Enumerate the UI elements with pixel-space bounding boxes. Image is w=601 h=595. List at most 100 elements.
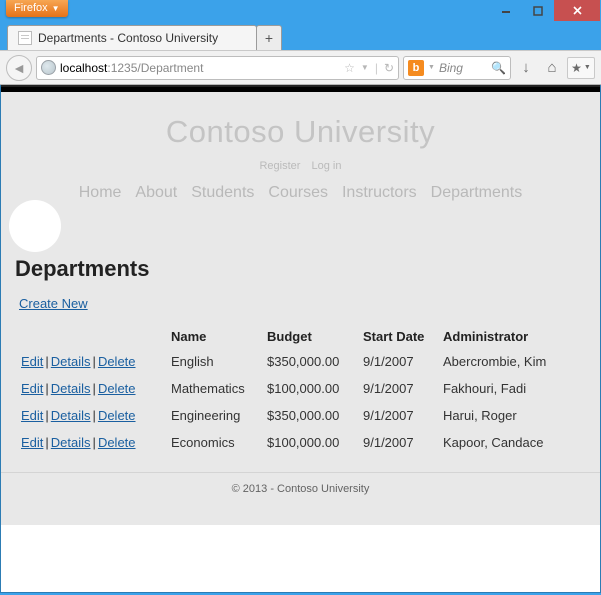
nav-students[interactable]: Students <box>191 184 254 202</box>
download-icon: ↓ <box>522 59 530 76</box>
col-name: Name <box>165 325 261 348</box>
close-icon <box>572 5 583 16</box>
cell-budget: $100,000.00 <box>261 375 357 402</box>
tab-title: Departments - Contoso University <box>38 31 218 45</box>
row-actions: Edit|Details|Delete <box>15 375 165 402</box>
firefox-menu-label: Firefox <box>14 2 48 14</box>
nav-departments[interactable]: Departments <box>431 184 523 202</box>
minimize-button[interactable] <box>490 0 522 21</box>
home-button[interactable]: ⌂ <box>541 57 563 79</box>
titlebar: Firefox ▼ <box>0 0 601 22</box>
row-actions: Edit|Details|Delete <box>15 348 165 375</box>
plus-icon: + <box>265 30 273 46</box>
nav-about[interactable]: About <box>135 184 177 202</box>
tab-strip: Departments - Contoso University + <box>0 22 601 50</box>
star-icon: ★ <box>571 61 582 75</box>
auth-links: Register Log in <box>1 160 600 172</box>
new-tab-button[interactable]: + <box>256 25 282 50</box>
edit-link[interactable]: Edit <box>21 354 43 369</box>
page-heading: Departments <box>15 256 586 282</box>
details-link[interactable]: Details <box>51 381 91 396</box>
viewport: Contoso University Register Log in Home … <box>0 85 601 593</box>
search-icon[interactable]: 🔍 <box>491 61 506 75</box>
chevron-down-icon[interactable]: ▼ <box>428 64 435 71</box>
delete-link[interactable]: Delete <box>98 381 136 396</box>
bing-icon: b <box>408 60 424 76</box>
row-actions: Edit|Details|Delete <box>15 402 165 429</box>
url-text: localhost:1235/Department <box>60 61 203 75</box>
reload-icon[interactable]: ↻ <box>384 61 394 75</box>
url-bar-endcap: ☆ ▼ | ↻ <box>344 61 394 75</box>
nav-home[interactable]: Home <box>79 184 122 202</box>
nav-toolbar: ◄ localhost:1235/Department ☆ ▼ | ↻ b ▼ … <box>0 50 601 85</box>
bookmark-star-icon[interactable]: ☆ <box>344 61 355 75</box>
firefox-menu-button[interactable]: Firefox ▼ <box>6 0 68 17</box>
cell-start: 9/1/2007 <box>357 429 437 456</box>
back-button[interactable]: ◄ <box>6 55 32 81</box>
search-placeholder: Bing <box>439 61 463 75</box>
table-row: Edit|Details|DeleteEngineering$350,000.0… <box>15 402 586 429</box>
cell-budget: $100,000.00 <box>261 429 357 456</box>
col-startdate: Start Date <box>357 325 437 348</box>
cell-name: Engineering <box>165 402 261 429</box>
delete-link[interactable]: Delete <box>98 354 136 369</box>
nav-courses[interactable]: Courses <box>268 184 328 202</box>
bookmarks-menu-button[interactable]: ★▼ <box>567 57 595 79</box>
cell-start: 9/1/2007 <box>357 348 437 375</box>
home-icon: ⌂ <box>547 59 556 76</box>
edit-link[interactable]: Edit <box>21 408 43 423</box>
details-link[interactable]: Details <box>51 435 91 450</box>
content: Departments Create New Name Budget Start… <box>1 256 600 456</box>
cell-admin: Kapoor, Candace <box>437 429 586 456</box>
table-row: Edit|Details|DeleteEconomics$100,000.009… <box>15 429 586 456</box>
details-link[interactable]: Details <box>51 354 91 369</box>
footer: © 2013 - Contoso University <box>1 472 600 505</box>
downloads-button[interactable]: ↓ <box>515 57 537 79</box>
delete-link[interactable]: Delete <box>98 408 136 423</box>
col-budget: Budget <box>261 325 357 348</box>
cell-admin: Abercrombie, Kim <box>437 348 586 375</box>
departments-table: Name Budget Start Date Administrator Edi… <box>15 325 586 456</box>
page-body: Contoso University Register Log in Home … <box>1 92 600 525</box>
edit-link[interactable]: Edit <box>21 435 43 450</box>
delete-link[interactable]: Delete <box>98 435 136 450</box>
tab-departments[interactable]: Departments - Contoso University <box>7 25 257 50</box>
table-row: Edit|Details|DeleteEnglish$350,000.009/1… <box>15 348 586 375</box>
cell-budget: $350,000.00 <box>261 402 357 429</box>
cell-budget: $350,000.00 <box>261 348 357 375</box>
search-box[interactable]: b ▼ Bing 🔍 <box>403 56 511 80</box>
back-arrow-icon: ◄ <box>12 60 26 76</box>
cell-admin: Fakhouri, Fadi <box>437 375 586 402</box>
chevron-down-icon[interactable]: ▼ <box>361 63 369 72</box>
cell-admin: Harui, Roger <box>437 402 586 429</box>
edit-link[interactable]: Edit <box>21 381 43 396</box>
minimize-icon <box>501 6 511 16</box>
create-new-link[interactable]: Create New <box>19 296 88 311</box>
close-button[interactable] <box>554 0 600 21</box>
browser-window: Firefox ▼ Departments - Contoso Universi… <box>0 0 601 595</box>
cell-start: 9/1/2007 <box>357 375 437 402</box>
decorative-circle <box>9 200 61 252</box>
site-header: Contoso University Register Log in Home … <box>1 92 600 208</box>
table-header-row: Name Budget Start Date Administrator <box>15 325 586 348</box>
nav-instructors[interactable]: Instructors <box>342 184 417 202</box>
details-link[interactable]: Details <box>51 408 91 423</box>
table-row: Edit|Details|DeleteMathematics$100,000.0… <box>15 375 586 402</box>
register-link[interactable]: Register <box>259 160 300 172</box>
maximize-icon <box>533 6 543 16</box>
url-bar[interactable]: localhost:1235/Department ☆ ▼ | ↻ <box>36 56 399 80</box>
row-actions: Edit|Details|Delete <box>15 429 165 456</box>
cell-name: English <box>165 348 261 375</box>
globe-icon <box>41 60 56 75</box>
main-nav: Home About Students Courses Instructors … <box>1 184 600 202</box>
cell-name: Economics <box>165 429 261 456</box>
maximize-button[interactable] <box>522 0 554 21</box>
login-link[interactable]: Log in <box>312 160 342 172</box>
site-title[interactable]: Contoso University <box>1 114 600 150</box>
col-admin: Administrator <box>437 325 586 348</box>
cell-start: 9/1/2007 <box>357 402 437 429</box>
window-controls <box>490 0 600 21</box>
chevron-down-icon: ▼ <box>52 4 60 13</box>
page-top-bar <box>1 85 600 92</box>
cell-name: Mathematics <box>165 375 261 402</box>
